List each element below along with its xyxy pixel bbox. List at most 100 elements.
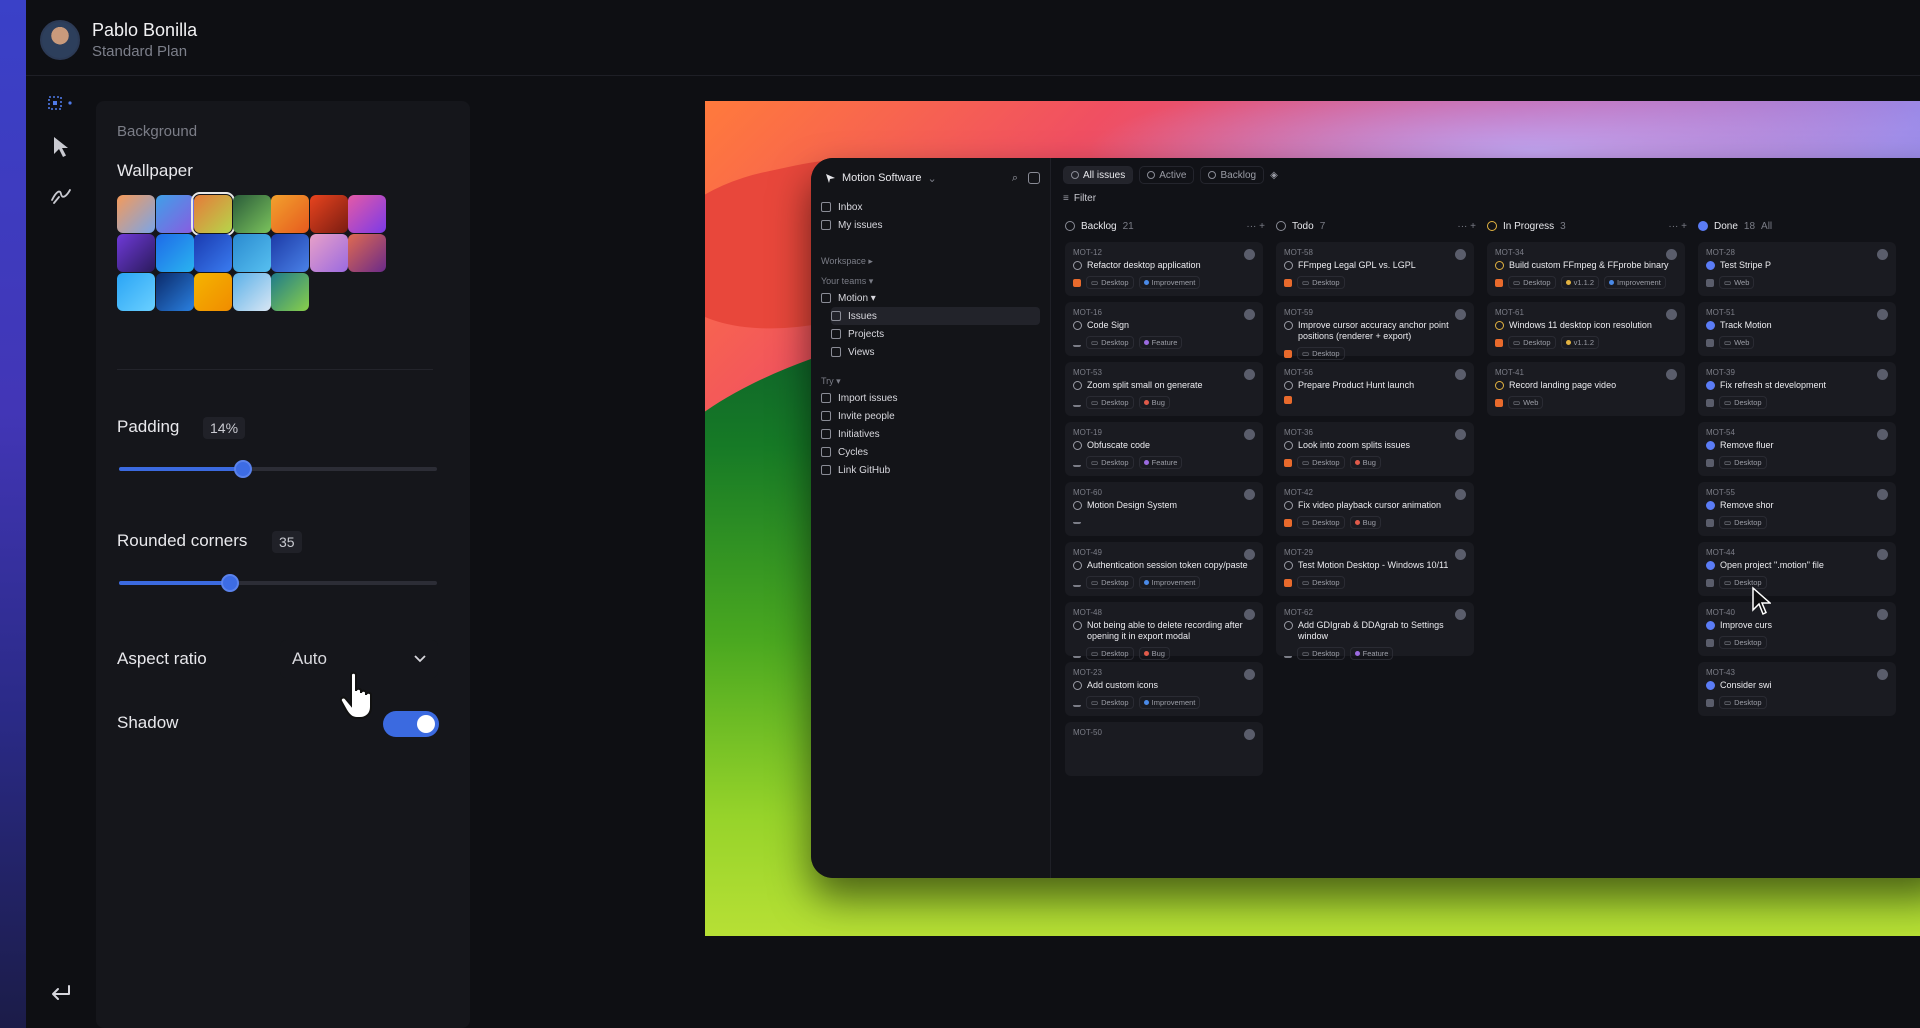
issue-card[interactable]: MOT-12 Refactor desktop application ▭ Deskt… bbox=[1065, 242, 1263, 296]
wallpaper-13[interactable] bbox=[309, 234, 348, 272]
wallpaper-7[interactable] bbox=[348, 195, 386, 233]
issue-card[interactable]: MOT-56 Prepare Product Hunt launch bbox=[1276, 362, 1474, 416]
issue-card[interactable]: MOT-28 Test Stripe P ▭ Web bbox=[1698, 242, 1896, 296]
issue-title-text: Zoom split small on generate bbox=[1087, 380, 1203, 390]
sidebar-item-team[interactable]: Motion ▾ bbox=[821, 289, 1040, 307]
padding-slider[interactable] bbox=[119, 460, 437, 478]
crop-icon[interactable] bbox=[46, 88, 76, 118]
try-icon bbox=[821, 429, 831, 439]
filter-button[interactable]: ≡ Filter bbox=[1063, 193, 1096, 204]
issue-card[interactable]: MOT-53 Zoom split small on generate ▭ Deskt… bbox=[1065, 362, 1263, 416]
issue-card[interactable]: MOT-41 Record landing page video ▭ Web bbox=[1487, 362, 1685, 416]
compose-icon[interactable] bbox=[1028, 172, 1040, 184]
padding-slider-knob[interactable] bbox=[234, 460, 253, 478]
wallpaper-3[interactable] bbox=[191, 192, 235, 236]
issue-card[interactable]: MOT-49 Authentication session token copy/… bbox=[1065, 542, 1263, 596]
wallpaper-8[interactable] bbox=[117, 234, 155, 272]
issue-title: Fix video playback cursor animation bbox=[1284, 500, 1466, 511]
wallpaper-4[interactable] bbox=[232, 195, 271, 233]
wallpaper-1[interactable] bbox=[117, 195, 155, 233]
sidebar-item-cycles[interactable]: Cycles bbox=[821, 443, 1040, 461]
tag-icon: ▭ bbox=[1302, 578, 1310, 587]
draw-icon[interactable] bbox=[46, 180, 76, 210]
issue-card[interactable]: MOT-39 Fix refresh st development ▭ Desktop bbox=[1698, 362, 1896, 416]
tag-label: Desktop bbox=[1312, 278, 1340, 287]
column-in-progress: In Progress 3 ··· + MOT-34 Build custom FFmp… bbox=[1487, 216, 1687, 416]
issue-card[interactable]: MOT-62 Add GDIgrab & DDAgrab to Settings … bbox=[1276, 602, 1474, 660]
issue-card[interactable]: MOT-42 Fix video playback cursor animatio… bbox=[1276, 482, 1474, 536]
issue-card[interactable]: MOT-44 Open project ".motion" file ▭ Deskto… bbox=[1698, 542, 1896, 596]
issue-card[interactable]: MOT-59 Improve cursor accuracy anchor poi… bbox=[1276, 302, 1474, 360]
search-icon[interactable]: ⌕ bbox=[1012, 172, 1018, 185]
sidebar-item-import-issues[interactable]: Import issues bbox=[821, 389, 1040, 407]
column-actions[interactable]: ··· + bbox=[1668, 221, 1687, 232]
issue-title-text: Test Motion Desktop - Windows 10/11 bbox=[1298, 560, 1449, 570]
issue-card[interactable]: MOT-50 bbox=[1065, 722, 1263, 776]
wallpaper-11[interactable] bbox=[232, 234, 271, 272]
tab-backlog[interactable]: Backlog bbox=[1200, 166, 1265, 184]
issue-card[interactable]: MOT-43 Consider swi ▭ Desktop bbox=[1698, 662, 1896, 716]
workspace-header[interactable]: Motion Software ⌄ ⌕ bbox=[825, 168, 1040, 188]
issue-id: MOT-54 bbox=[1706, 428, 1735, 437]
issue-status-icon bbox=[1073, 561, 1082, 570]
wallpaper-12[interactable] bbox=[271, 234, 309, 272]
wallpaper-10[interactable] bbox=[194, 234, 232, 272]
wallpaper-2[interactable] bbox=[155, 195, 194, 233]
wallpaper-6[interactable] bbox=[309, 195, 348, 233]
issue-tag: ▭ Desktop bbox=[1297, 576, 1345, 589]
sidebar-item-link-github[interactable]: Link GitHub bbox=[821, 461, 1040, 479]
issue-id: MOT-61 bbox=[1495, 308, 1524, 317]
issue-card[interactable]: MOT-61 Windows 11 desktop icon resolution… bbox=[1487, 302, 1685, 356]
issue-title: Add GDIgrab & DDAgrab to Settings window bbox=[1284, 620, 1466, 642]
return-icon[interactable] bbox=[46, 978, 76, 1008]
preview-canvas[interactable]: Motion Software ⌄ ⌕ Inbox My issues Worksp… bbox=[705, 101, 1920, 936]
pointer-icon[interactable] bbox=[46, 132, 76, 162]
issue-card[interactable]: MOT-29 Test Motion Desktop - Windows 10/1… bbox=[1276, 542, 1474, 596]
issue-id: MOT-40 bbox=[1706, 608, 1735, 617]
issue-card[interactable]: MOT-40 Improve curs ▭ Desktop bbox=[1698, 602, 1896, 656]
rounded-slider-knob[interactable] bbox=[221, 574, 240, 592]
sidebar-item-views[interactable]: Views bbox=[831, 343, 1040, 361]
shadow-toggle[interactable] bbox=[383, 711, 439, 737]
issue-card[interactable]: MOT-36 Look into zoom splits issues ▭ Deskt… bbox=[1276, 422, 1474, 476]
column-actions[interactable]: ··· + bbox=[1246, 221, 1265, 232]
status-icon bbox=[1487, 221, 1497, 231]
issue-card[interactable]: MOT-55 Remove shor ▭ Desktop bbox=[1698, 482, 1896, 536]
issue-card[interactable]: MOT-51 Track Motion ▭ Web bbox=[1698, 302, 1896, 356]
sidebar-item-inbox[interactable]: Inbox bbox=[821, 198, 1040, 216]
issue-card[interactable]: MOT-34 Build custom FFmpeg & FFprobe bina… bbox=[1487, 242, 1685, 296]
tag-icon: ▭ bbox=[1724, 638, 1732, 647]
column-actions[interactable]: ··· + bbox=[1457, 221, 1476, 232]
tab-all-issues[interactable]: All issues bbox=[1063, 166, 1134, 184]
tab-active[interactable]: Active bbox=[1139, 166, 1195, 184]
issue-card[interactable]: MOT-54 Remove fluer ▭ Desktop bbox=[1698, 422, 1896, 476]
issue-card[interactable]: MOT-58 FFmpeg Legal GPL vs. LGPL ▭ Desktop bbox=[1276, 242, 1474, 296]
wallpaper-19[interactable] bbox=[271, 273, 309, 311]
issue-tags: ▭ Desktop Bug bbox=[1284, 456, 1466, 469]
sidebar-item-projects[interactable]: Projects bbox=[831, 325, 1040, 343]
sidebar-item-invite-people[interactable]: Invite people bbox=[821, 407, 1040, 425]
wallpaper-16[interactable] bbox=[155, 273, 194, 311]
wallpaper-5[interactable] bbox=[271, 195, 309, 233]
wallpaper-17[interactable] bbox=[194, 273, 232, 311]
rounded-corners-slider[interactable] bbox=[119, 574, 437, 592]
column-header: Todo 7 ··· + bbox=[1276, 216, 1476, 236]
sidebar-item-issues[interactable]: Issues bbox=[831, 307, 1040, 325]
wallpaper-9[interactable] bbox=[155, 234, 194, 272]
sidebar-item-initiatives[interactable]: Initiatives bbox=[821, 425, 1040, 443]
avatar[interactable] bbox=[40, 20, 80, 60]
tag-dot bbox=[1354, 651, 1360, 656]
sidebar-item-my-issues[interactable]: My issues bbox=[821, 216, 1040, 234]
issue-card[interactable]: MOT-48 Not being able to delete recording… bbox=[1065, 602, 1263, 660]
layers-icon[interactable]: ◈ bbox=[1270, 170, 1278, 181]
priority-icon bbox=[1495, 398, 1503, 407]
issue-status-icon bbox=[1706, 621, 1715, 630]
priority-icon bbox=[1495, 338, 1503, 347]
issue-card[interactable]: MOT-16 Code Sign ▭ Desktop Feature bbox=[1065, 302, 1263, 356]
wallpaper-18[interactable] bbox=[232, 273, 271, 311]
wallpaper-15[interactable] bbox=[117, 273, 155, 311]
issue-card[interactable]: MOT-60 Motion Design System bbox=[1065, 482, 1263, 536]
issue-card[interactable]: MOT-23 Add custom icons ▭ Desktop Improvemen… bbox=[1065, 662, 1263, 716]
issue-card[interactable]: MOT-19 Obfuscate code ▭ Desktop Feature bbox=[1065, 422, 1263, 476]
wallpaper-14[interactable] bbox=[348, 234, 386, 272]
